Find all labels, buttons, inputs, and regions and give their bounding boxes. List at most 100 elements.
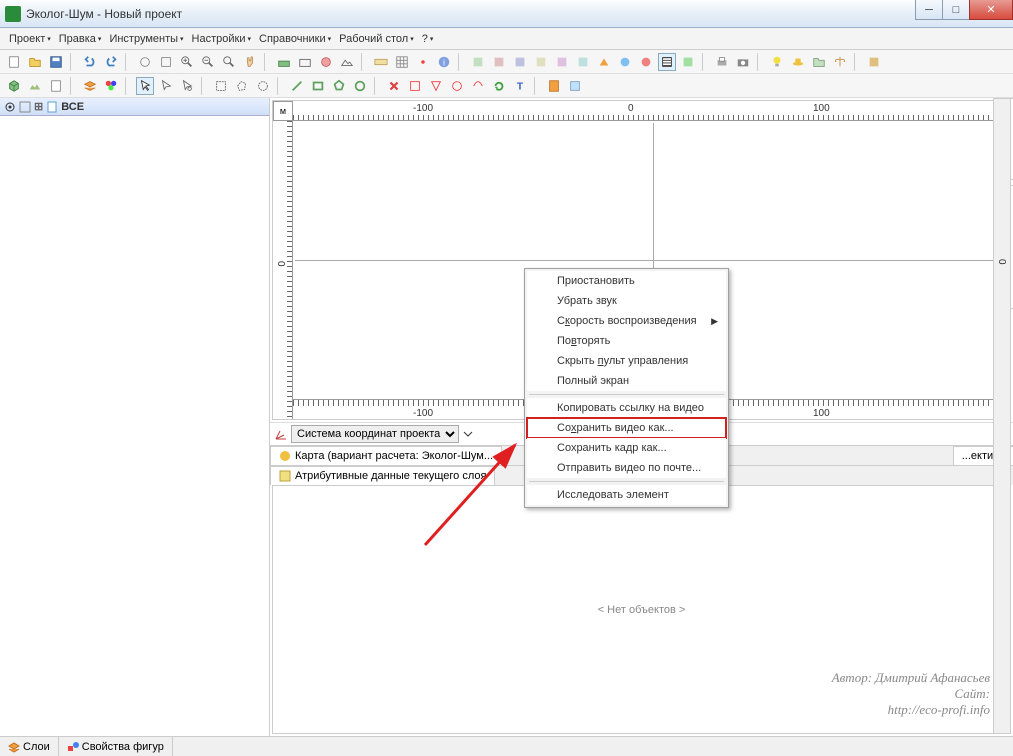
btab-props[interactable]: Свойства фигур — [59, 737, 173, 756]
folder2-icon[interactable] — [810, 53, 828, 71]
tb-icon-8[interactable] — [616, 53, 634, 71]
undo-icon[interactable] — [81, 53, 99, 71]
snap-icon[interactable] — [414, 53, 432, 71]
rect-icon[interactable] — [309, 77, 327, 95]
line-icon[interactable] — [288, 77, 306, 95]
edit1-icon[interactable] — [406, 77, 424, 95]
tb-last-icon[interactable] — [865, 53, 883, 71]
print-icon[interactable] — [713, 53, 731, 71]
menu-desktop[interactable]: Рабочий стол▾ — [335, 31, 418, 47]
doc2-icon[interactable] — [47, 77, 65, 95]
tb-icon-6[interactable] — [574, 53, 592, 71]
export-icon[interactable] — [566, 77, 584, 95]
hand-icon[interactable] — [241, 53, 259, 71]
sidebar: ⊞ ВСЕ — [0, 98, 270, 736]
text-icon[interactable]: T — [511, 77, 529, 95]
hat-icon[interactable] — [789, 53, 807, 71]
tool-a-icon[interactable] — [136, 53, 154, 71]
tb-icon-4[interactable] — [532, 53, 550, 71]
edit3-icon[interactable] — [448, 77, 466, 95]
scales-icon[interactable] — [831, 53, 849, 71]
bottom-tabs: Слои Свойства фигур — [0, 736, 1013, 756]
svg-text:i: i — [443, 57, 445, 67]
calc-icon[interactable] — [545, 77, 563, 95]
btab-layers[interactable]: Слои — [0, 737, 59, 756]
tb-icon-9[interactable] — [637, 53, 655, 71]
select-poly-icon[interactable] — [233, 77, 251, 95]
ctx-fullscreen[interactable]: Полный экран — [527, 371, 726, 391]
tool-b-icon[interactable] — [157, 53, 175, 71]
new-icon[interactable] — [5, 53, 23, 71]
layer3-icon[interactable] — [317, 53, 335, 71]
doc-tree-icon — [46, 101, 58, 113]
pointer-icon[interactable] — [136, 77, 154, 95]
ctx-save-frame[interactable]: Сохранить кадр как... — [527, 438, 726, 458]
svg-text:T: T — [517, 80, 524, 92]
shapes-icon — [67, 741, 79, 753]
select-circle-icon[interactable] — [254, 77, 272, 95]
tb-icon-3[interactable] — [511, 53, 529, 71]
layer1-icon[interactable] — [275, 53, 293, 71]
tree-root[interactable]: ⊞ ВСЕ — [0, 98, 269, 116]
tab-map[interactable]: Карта (вариант расчета: Эколог-Шум... — [270, 446, 502, 465]
camera-icon[interactable] — [734, 53, 752, 71]
pointer3-icon[interactable] — [178, 77, 196, 95]
redo-icon[interactable] — [102, 53, 120, 71]
ctx-loop[interactable]: Повторять — [527, 331, 726, 351]
ctx-mute[interactable]: Убрать звук — [527, 291, 726, 311]
edit4-icon[interactable] — [469, 77, 487, 95]
tb-icon-1[interactable] — [469, 53, 487, 71]
menu-edit[interactable]: Правка▾ — [55, 31, 106, 47]
edit2-icon[interactable] — [427, 77, 445, 95]
menu-tools[interactable]: Инструменты▾ — [105, 31, 187, 47]
cube-icon[interactable] — [5, 77, 23, 95]
refresh-icon[interactable] — [490, 77, 508, 95]
terrain-icon[interactable] — [26, 77, 44, 95]
measure-icon[interactable] — [372, 53, 390, 71]
info-icon[interactable]: i — [435, 53, 453, 71]
menu-reference[interactable]: Справочники▾ — [255, 31, 335, 47]
polygon-icon[interactable] — [330, 77, 348, 95]
ctx-send[interactable]: Отправить видео по почте... — [527, 458, 726, 478]
zoom-out-icon[interactable] — [199, 53, 217, 71]
layer4-icon[interactable] — [338, 53, 356, 71]
square-icon — [19, 101, 31, 113]
close-button[interactable]: ✕ — [969, 0, 1013, 20]
ruler-right: 0 — [993, 98, 1011, 734]
open-icon[interactable] — [26, 53, 44, 71]
menu-help[interactable]: ?▾ — [418, 31, 438, 47]
ruler-left: 0 — [273, 121, 293, 419]
circle-icon[interactable] — [351, 77, 369, 95]
ctx-save-video[interactable]: Сохранить видео как... — [527, 418, 726, 438]
delete-icon[interactable] — [385, 77, 403, 95]
titlebar: Эколог-Шум - Новый проект ─ □ ✕ — [0, 0, 1013, 28]
tb-icon-7[interactable] — [595, 53, 613, 71]
layers-icon[interactable] — [81, 77, 99, 95]
tb-icon-5[interactable] — [553, 53, 571, 71]
tab-attributes[interactable]: Атрибутивные данные текущего слоя — [270, 466, 495, 485]
save-icon[interactable] — [47, 53, 65, 71]
ctx-hide-controls[interactable]: Скрыть пульт управления — [527, 351, 726, 371]
minimize-button[interactable]: ─ — [915, 0, 943, 20]
bulb-icon[interactable] — [768, 53, 786, 71]
dropdown-icon[interactable] — [462, 428, 474, 440]
menu-settings[interactable]: Настройки▾ — [188, 31, 255, 47]
palette-icon[interactable] — [102, 77, 120, 95]
ctx-inspect[interactable]: Исследовать элемент — [527, 485, 726, 505]
select-rect-icon[interactable] — [212, 77, 230, 95]
coord-select[interactable]: Система координат проекта — [291, 425, 459, 443]
zoom-in-icon[interactable] — [178, 53, 196, 71]
tb-icon-2[interactable] — [490, 53, 508, 71]
ctx-copy-link[interactable]: Копировать ссылку на видео — [527, 398, 726, 418]
ctx-speed[interactable]: Скорость воспроизведения▶ — [527, 311, 726, 331]
layer2-icon[interactable] — [296, 53, 314, 71]
pointer2-icon[interactable] — [157, 77, 175, 95]
maximize-button[interactable]: □ — [942, 0, 970, 20]
tb-icon-11[interactable] — [679, 53, 697, 71]
menu-project[interactable]: Проект▾ — [5, 31, 55, 47]
zoom-fit-icon[interactable] — [220, 53, 238, 71]
tb-icon-10[interactable] — [658, 53, 676, 71]
grid-icon[interactable] — [393, 53, 411, 71]
ctx-pause[interactable]: Приостановить — [527, 271, 726, 291]
toolbar-2: T — [0, 74, 1013, 98]
